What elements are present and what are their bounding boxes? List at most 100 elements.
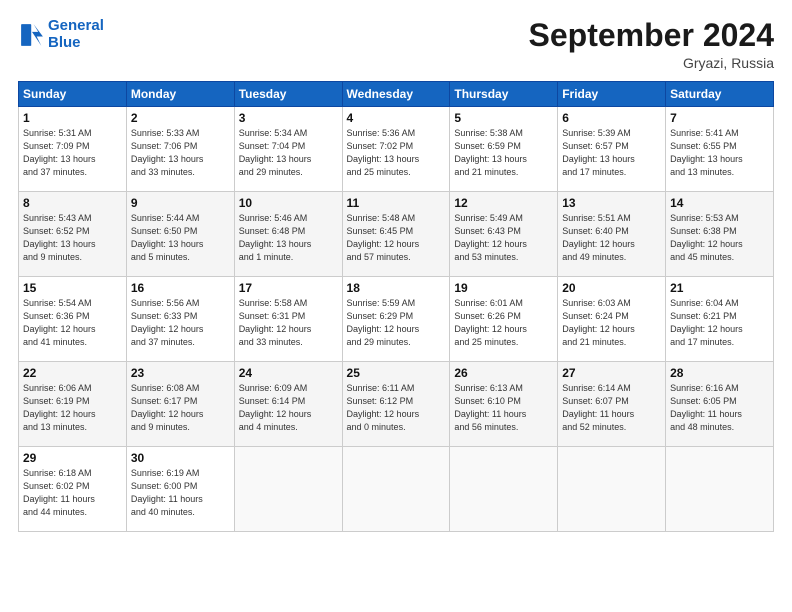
table-row: 5Sunrise: 5:38 AM Sunset: 6:59 PM Daylig… <box>450 107 558 192</box>
logo-icon <box>18 21 46 49</box>
table-row: 7 Sunrise: 5:41 AM Sunset: 6:55 PM Daylig… <box>666 107 774 192</box>
table-row: 16 Sunrise: 5:56 AM Sunset: 6:33 PM Dayli… <box>126 277 234 362</box>
day-number: 29 <box>23 451 122 465</box>
day-info: Sunrise: 6:06 AM Sunset: 6:19 PM Dayligh… <box>23 382 122 434</box>
day-number: 18 <box>347 281 446 295</box>
day-info: Sunrise: 5:41 AM Sunset: 6:55 PM Dayligh… <box>670 127 769 179</box>
day-number: 20 <box>562 281 661 295</box>
table-row: 1 Sunrise: 5:31 AM Sunset: 7:09 PM Daylig… <box>19 107 127 192</box>
day-info: Sunrise: 6:18 AM Sunset: 6:02 PM Dayligh… <box>23 467 122 519</box>
day-info: Sunrise: 5:59 AM Sunset: 6:29 PM Dayligh… <box>347 297 446 349</box>
table-row: 25 Sunrise: 6:11 AM Sunset: 6:12 PM Dayli… <box>342 362 450 447</box>
table-row: 18 Sunrise: 5:59 AM Sunset: 6:29 PM Dayli… <box>342 277 450 362</box>
table-row: 9Sunrise: 5:44 AM Sunset: 6:50 PM Daylig… <box>126 192 234 277</box>
table-row: 26 Sunrise: 6:13 AM Sunset: 6:10 PM Dayli… <box>450 362 558 447</box>
day-number: 30 <box>131 451 230 465</box>
header: General Blue September 2024 Gryazi, Russ… <box>18 18 774 71</box>
day-number: 12 <box>454 196 553 210</box>
col-wednesday: Wednesday <box>342 82 450 107</box>
col-tuesday: Tuesday <box>234 82 342 107</box>
table-row: 8Sunrise: 5:43 AM Sunset: 6:52 PM Daylig… <box>19 192 127 277</box>
day-info: Sunrise: 5:51 AM Sunset: 6:40 PM Dayligh… <box>562 212 661 264</box>
day-number: 10 <box>239 196 338 210</box>
table-row <box>450 447 558 532</box>
day-number: 27 <box>562 366 661 380</box>
day-info: Sunrise: 5:58 AM Sunset: 6:31 PM Dayligh… <box>239 297 338 349</box>
day-info: Sunrise: 6:09 AM Sunset: 6:14 PM Dayligh… <box>239 382 338 434</box>
day-number: 9 <box>131 196 230 210</box>
day-number: 4 <box>347 111 446 125</box>
day-info: Sunrise: 6:08 AM Sunset: 6:17 PM Dayligh… <box>131 382 230 434</box>
day-info: Sunrise: 5:39 AM Sunset: 6:57 PM Dayligh… <box>562 127 661 179</box>
table-row: 10 Sunrise: 5:46 AM Sunset: 6:48 PM Dayli… <box>234 192 342 277</box>
table-row: 12Sunrise: 5:49 AM Sunset: 6:43 PM Dayli… <box>450 192 558 277</box>
table-row: 4Sunrise: 5:36 AM Sunset: 7:02 PM Daylig… <box>342 107 450 192</box>
logo-blue: Blue <box>48 35 104 52</box>
day-number: 1 <box>23 111 122 125</box>
col-sunday: Sunday <box>19 82 127 107</box>
calendar-week-5: 29 Sunrise: 6:18 AM Sunset: 6:02 PM Dayli… <box>19 447 774 532</box>
table-row: 3Sunrise: 5:34 AM Sunset: 7:04 PM Daylig… <box>234 107 342 192</box>
month-title: September 2024 <box>529 18 774 53</box>
day-number: 23 <box>131 366 230 380</box>
day-number: 7 <box>670 111 769 125</box>
table-row <box>234 447 342 532</box>
day-info: Sunrise: 5:46 AM Sunset: 6:48 PM Dayligh… <box>239 212 338 264</box>
day-number: 11 <box>347 196 446 210</box>
day-number: 5 <box>454 111 553 125</box>
day-number: 15 <box>23 281 122 295</box>
col-saturday: Saturday <box>666 82 774 107</box>
table-row: 14 Sunrise: 5:53 AM Sunset: 6:38 PM Dayli… <box>666 192 774 277</box>
table-row: 21 Sunrise: 6:04 AM Sunset: 6:21 PM Dayli… <box>666 277 774 362</box>
day-info: Sunrise: 6:03 AM Sunset: 6:24 PM Dayligh… <box>562 297 661 349</box>
day-info: Sunrise: 5:31 AM Sunset: 7:09 PM Dayligh… <box>23 127 122 179</box>
day-number: 6 <box>562 111 661 125</box>
table-row: 11 Sunrise: 5:48 AM Sunset: 6:45 PM Dayli… <box>342 192 450 277</box>
col-friday: Friday <box>558 82 666 107</box>
day-info: Sunrise: 5:53 AM Sunset: 6:38 PM Dayligh… <box>670 212 769 264</box>
table-row <box>342 447 450 532</box>
table-row: 22 Sunrise: 6:06 AM Sunset: 6:19 PM Dayli… <box>19 362 127 447</box>
day-number: 21 <box>670 281 769 295</box>
day-number: 14 <box>670 196 769 210</box>
day-number: 24 <box>239 366 338 380</box>
day-number: 28 <box>670 366 769 380</box>
table-row: 2Sunrise: 5:33 AM Sunset: 7:06 PM Daylig… <box>126 107 234 192</box>
table-row: 20 Sunrise: 6:03 AM Sunset: 6:24 PM Dayli… <box>558 277 666 362</box>
table-row: 24 Sunrise: 6:09 AM Sunset: 6:14 PM Dayli… <box>234 362 342 447</box>
calendar-week-3: 15 Sunrise: 5:54 AM Sunset: 6:36 PM Dayli… <box>19 277 774 362</box>
day-number: 2 <box>131 111 230 125</box>
day-info: Sunrise: 6:04 AM Sunset: 6:21 PM Dayligh… <box>670 297 769 349</box>
day-info: Sunrise: 6:14 AM Sunset: 6:07 PM Dayligh… <box>562 382 661 434</box>
table-row: 29 Sunrise: 6:18 AM Sunset: 6:02 PM Dayli… <box>19 447 127 532</box>
logo: General Blue <box>18 18 104 51</box>
day-number: 22 <box>23 366 122 380</box>
col-thursday: Thursday <box>450 82 558 107</box>
table-row: 23 Sunrise: 6:08 AM Sunset: 6:17 PM Dayli… <box>126 362 234 447</box>
day-number: 13 <box>562 196 661 210</box>
day-info: Sunrise: 6:01 AM Sunset: 6:26 PM Dayligh… <box>454 297 553 349</box>
calendar-header-row: Sunday Monday Tuesday Wednesday Thursday… <box>19 82 774 107</box>
day-number: 25 <box>347 366 446 380</box>
calendar-week-4: 22 Sunrise: 6:06 AM Sunset: 6:19 PM Dayli… <box>19 362 774 447</box>
table-row <box>666 447 774 532</box>
calendar-week-2: 8Sunrise: 5:43 AM Sunset: 6:52 PM Daylig… <box>19 192 774 277</box>
day-info: Sunrise: 5:34 AM Sunset: 7:04 PM Dayligh… <box>239 127 338 179</box>
day-info: Sunrise: 6:19 AM Sunset: 6:00 PM Dayligh… <box>131 467 230 519</box>
day-info: Sunrise: 5:54 AM Sunset: 6:36 PM Dayligh… <box>23 297 122 349</box>
table-row: 28 Sunrise: 6:16 AM Sunset: 6:05 PM Dayli… <box>666 362 774 447</box>
day-info: Sunrise: 5:56 AM Sunset: 6:33 PM Dayligh… <box>131 297 230 349</box>
day-info: Sunrise: 6:11 AM Sunset: 6:12 PM Dayligh… <box>347 382 446 434</box>
location: Gryazi, Russia <box>529 55 774 71</box>
col-monday: Monday <box>126 82 234 107</box>
table-row: 13 Sunrise: 5:51 AM Sunset: 6:40 PM Dayli… <box>558 192 666 277</box>
day-info: Sunrise: 5:43 AM Sunset: 6:52 PM Dayligh… <box>23 212 122 264</box>
day-number: 16 <box>131 281 230 295</box>
day-number: 26 <box>454 366 553 380</box>
day-info: Sunrise: 6:13 AM Sunset: 6:10 PM Dayligh… <box>454 382 553 434</box>
day-info: Sunrise: 6:16 AM Sunset: 6:05 PM Dayligh… <box>670 382 769 434</box>
day-info: Sunrise: 5:48 AM Sunset: 6:45 PM Dayligh… <box>347 212 446 264</box>
table-row: 30 Sunrise: 6:19 AM Sunset: 6:00 PM Dayli… <box>126 447 234 532</box>
calendar-table: Sunday Monday Tuesday Wednesday Thursday… <box>18 81 774 532</box>
day-number: 17 <box>239 281 338 295</box>
